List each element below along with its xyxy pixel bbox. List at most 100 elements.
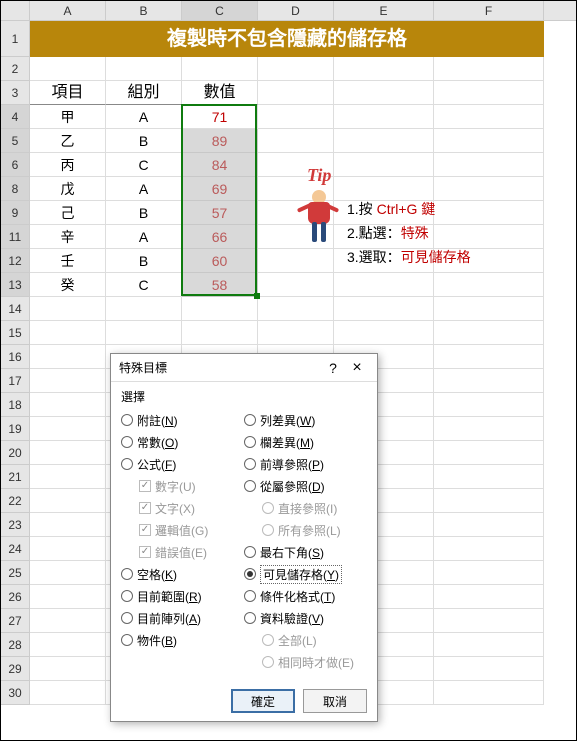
row-header-20[interactable]: 20 (1, 441, 30, 465)
row-header-9[interactable]: 9 (1, 201, 30, 225)
cell-B4[interactable]: A (106, 105, 182, 129)
option[interactable]: 從屬參照(D) (244, 475, 367, 497)
cell-C9[interactable]: 57 (182, 201, 258, 225)
row-header-25[interactable]: 25 (1, 561, 30, 585)
col-header-B[interactable]: B (106, 1, 182, 20)
cell-A2[interactable] (30, 57, 106, 81)
row-header-6[interactable]: 6 (1, 153, 30, 177)
cell-C5[interactable]: 89 (182, 129, 258, 153)
cell-B14[interactable] (106, 297, 182, 321)
cell-F20[interactable] (434, 441, 544, 465)
cell-D15[interactable] (258, 321, 334, 345)
help-icon[interactable]: ? (321, 360, 345, 376)
radio-icon[interactable] (121, 568, 133, 580)
row-header-26[interactable]: 26 (1, 585, 30, 609)
radio-icon[interactable] (244, 436, 256, 448)
cell-F26[interactable] (434, 585, 544, 609)
cell-C15[interactable] (182, 321, 258, 345)
cell-E4[interactable] (334, 105, 434, 129)
cell-A22[interactable] (30, 489, 106, 513)
dialog-titlebar[interactable]: 特殊目標 ? × (111, 354, 377, 382)
radio-icon[interactable] (244, 458, 256, 470)
cell-A15[interactable] (30, 321, 106, 345)
col-header-C[interactable]: C (182, 1, 258, 20)
cell-E3[interactable] (334, 81, 434, 105)
radio-icon[interactable] (244, 480, 256, 492)
row-header-4[interactable]: 4 (1, 105, 30, 129)
cell-C14[interactable] (182, 297, 258, 321)
cell-C8[interactable]: 69 (182, 177, 258, 201)
col-header-D[interactable]: D (258, 1, 334, 20)
cell-A28[interactable] (30, 633, 106, 657)
row-header-30[interactable]: 30 (1, 681, 30, 705)
col-header-F[interactable]: F (434, 1, 544, 20)
cell-B5[interactable]: B (106, 129, 182, 153)
row-header-29[interactable]: 29 (1, 657, 30, 681)
row-header-19[interactable]: 19 (1, 417, 30, 441)
cell-F24[interactable] (434, 537, 544, 561)
cell-A26[interactable] (30, 585, 106, 609)
cell-F4[interactable] (434, 105, 544, 129)
option[interactable]: 列差異(W) (244, 409, 367, 431)
select-all-corner[interactable] (1, 1, 30, 20)
cell-A5[interactable]: 乙 (30, 129, 106, 153)
cell-A23[interactable] (30, 513, 106, 537)
radio-icon[interactable] (244, 546, 256, 558)
option[interactable]: 前導參照(P) (244, 453, 367, 475)
col-header-E[interactable]: E (334, 1, 434, 20)
cell-B8[interactable]: A (106, 177, 182, 201)
cell-A21[interactable] (30, 465, 106, 489)
cell-F25[interactable] (434, 561, 544, 585)
option[interactable]: 目前範圍(R) (121, 585, 244, 607)
row-header-3[interactable]: 3 (1, 81, 30, 105)
cell-A9[interactable]: 己 (30, 201, 106, 225)
cell-F21[interactable] (434, 465, 544, 489)
cell-F30[interactable] (434, 681, 544, 705)
cell-F23[interactable] (434, 513, 544, 537)
cell-C11[interactable]: 66 (182, 225, 258, 249)
row-header-11[interactable]: 11 (1, 225, 30, 249)
cell-C6[interactable]: 84 (182, 153, 258, 177)
cell-C12[interactable]: 60 (182, 249, 258, 273)
row-header-27[interactable]: 27 (1, 609, 30, 633)
cell-B13[interactable]: C (106, 273, 182, 297)
option[interactable]: 可見儲存格(Y) (244, 563, 367, 585)
cell-B6[interactable]: C (106, 153, 182, 177)
cell-A12[interactable]: 壬 (30, 249, 106, 273)
cell-A16[interactable] (30, 345, 106, 369)
cell-F13[interactable] (434, 273, 544, 297)
option[interactable]: 常數(O) (121, 431, 244, 453)
cell-D3[interactable] (258, 81, 334, 105)
row-header-16[interactable]: 16 (1, 345, 30, 369)
cell-E14[interactable] (334, 297, 434, 321)
option[interactable]: 空格(K) (121, 563, 244, 585)
row-header-13[interactable]: 13 (1, 273, 30, 297)
cell-F19[interactable] (434, 417, 544, 441)
cell-D13[interactable] (258, 273, 334, 297)
row-header-24[interactable]: 24 (1, 537, 30, 561)
option[interactable]: 目前陣列(A) (121, 607, 244, 629)
cell-E13[interactable] (334, 273, 434, 297)
cell-D5[interactable] (258, 129, 334, 153)
row-header-14[interactable]: 14 (1, 297, 30, 321)
cell-C13[interactable]: 58 (182, 273, 258, 297)
radio-icon[interactable] (121, 436, 133, 448)
radio-icon[interactable] (244, 414, 256, 426)
cell-F15[interactable] (434, 321, 544, 345)
row-header-21[interactable]: 21 (1, 465, 30, 489)
cell-A18[interactable] (30, 393, 106, 417)
cell-A13[interactable]: 癸 (30, 273, 106, 297)
cell-D2[interactable] (258, 57, 334, 81)
cell-E6[interactable] (334, 153, 434, 177)
cell-F2[interactable] (434, 57, 544, 81)
cell-E15[interactable] (334, 321, 434, 345)
row-header-18[interactable]: 18 (1, 393, 30, 417)
option[interactable]: 欄差異(M) (244, 431, 367, 453)
ok-button[interactable]: 確定 (231, 689, 295, 713)
row-header-22[interactable]: 22 (1, 489, 30, 513)
cell-E2[interactable] (334, 57, 434, 81)
row-header-17[interactable]: 17 (1, 369, 30, 393)
row-header-2[interactable]: 2 (1, 57, 30, 81)
cell-E5[interactable] (334, 129, 434, 153)
radio-icon[interactable] (121, 458, 133, 470)
